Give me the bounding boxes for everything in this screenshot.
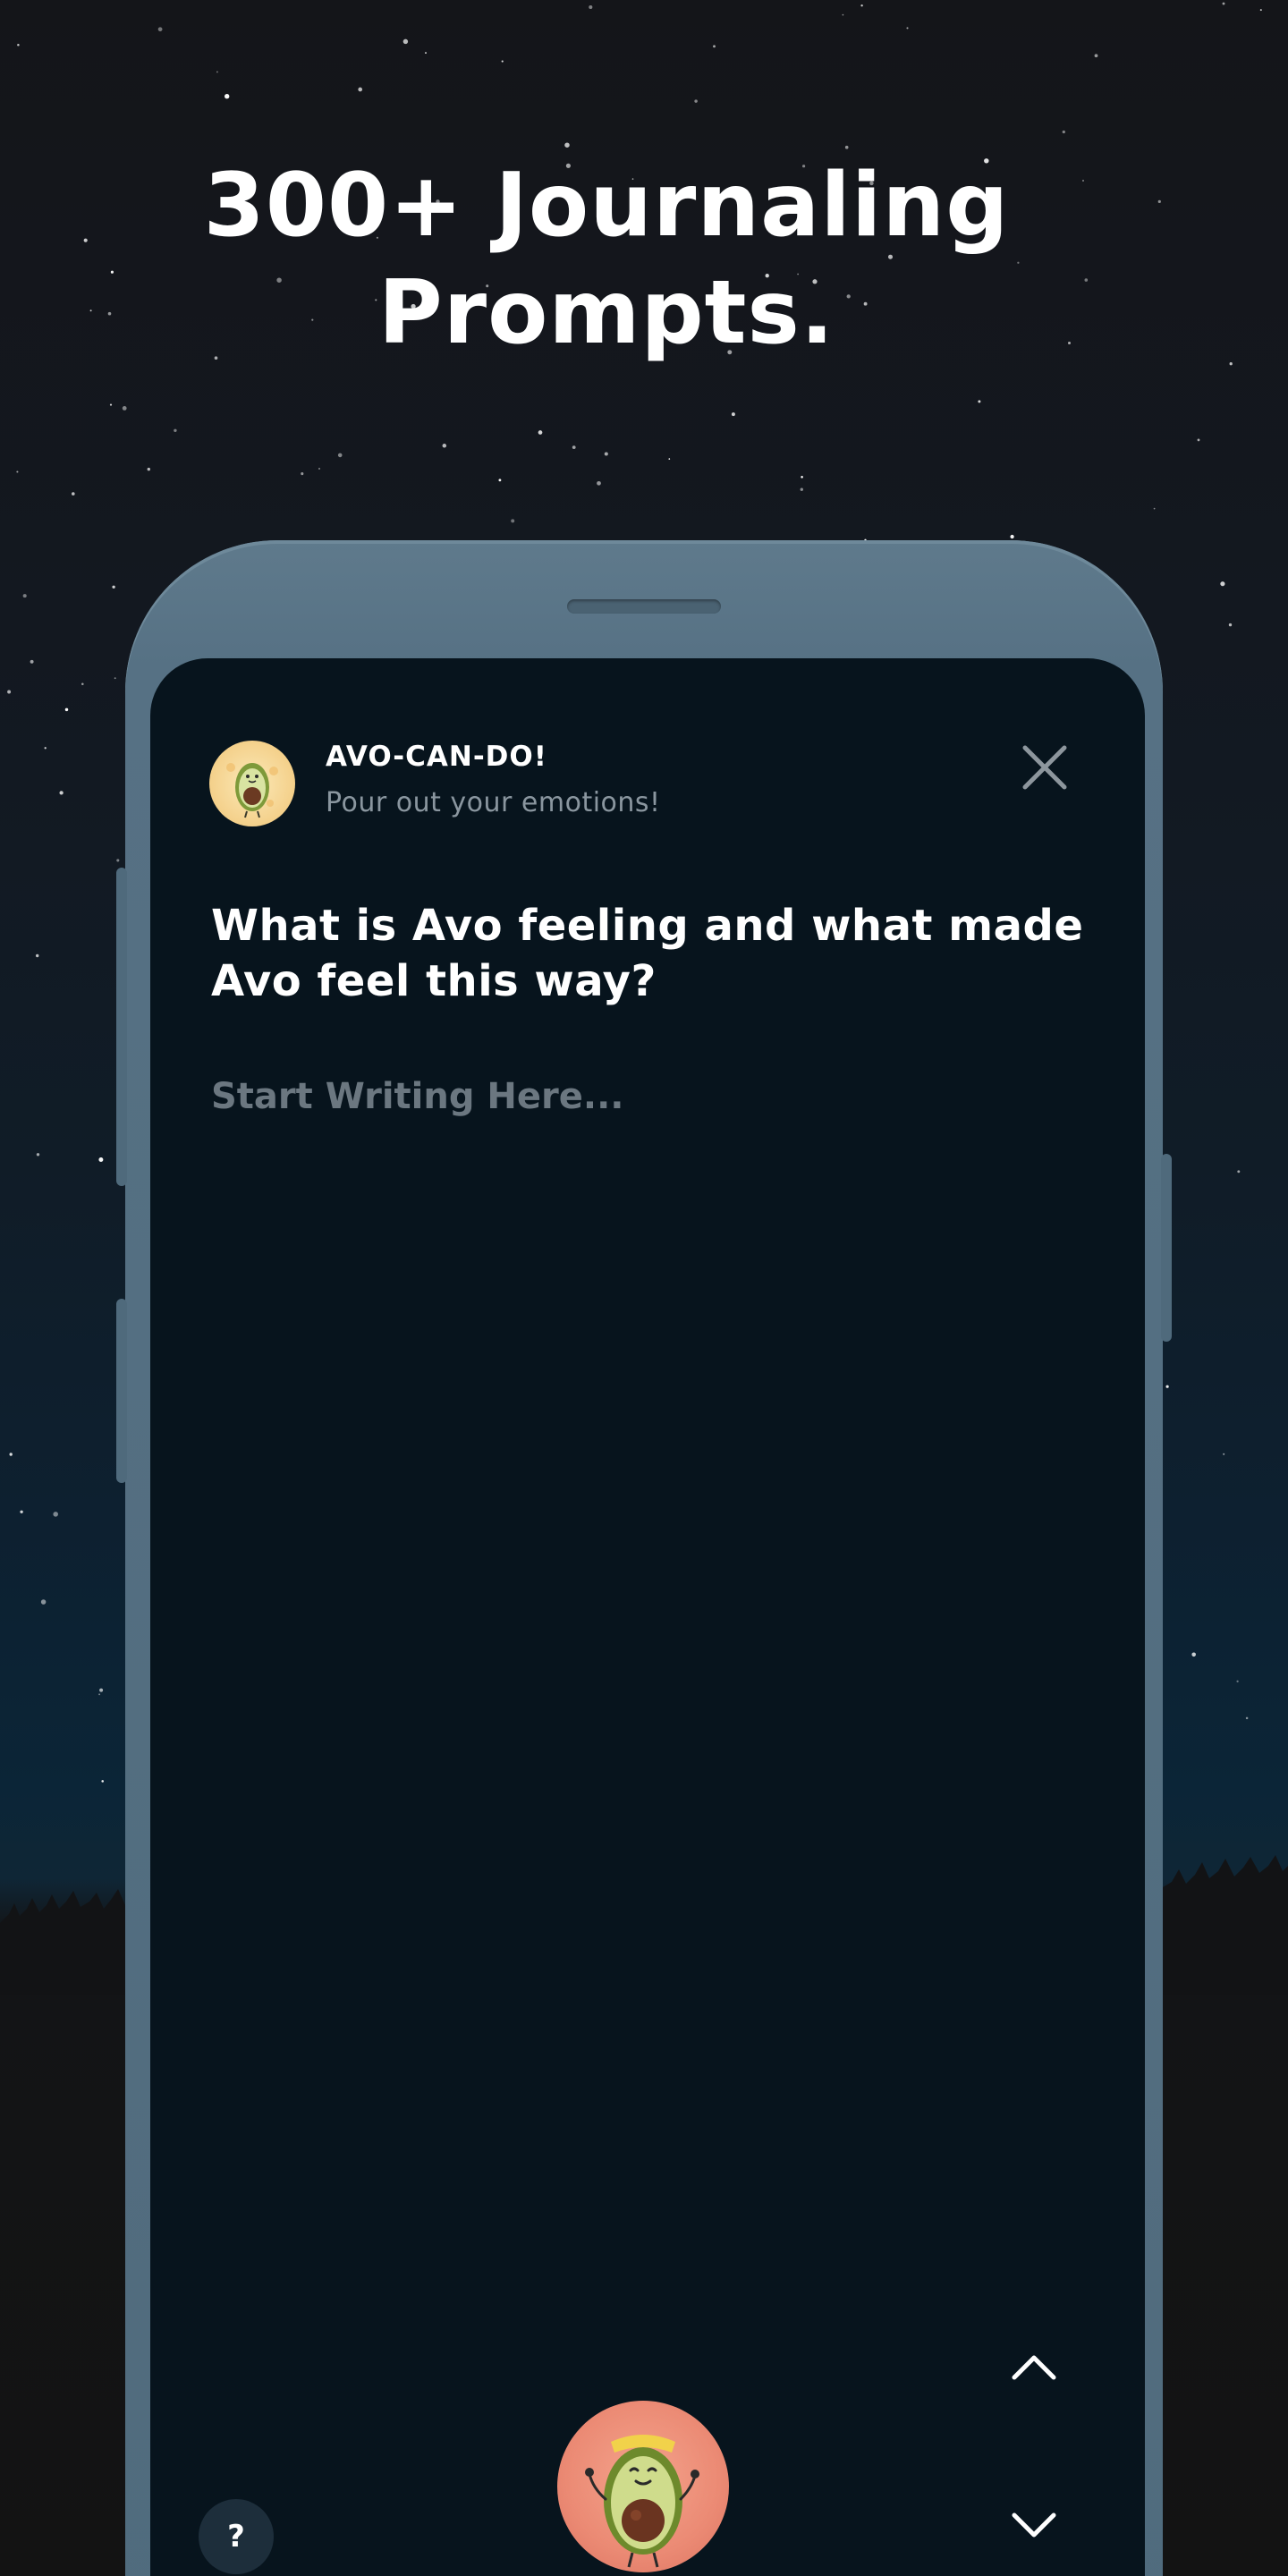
chevron-up-icon <box>1012 2355 1056 2380</box>
star <box>842 13 844 16</box>
star <box>81 682 84 685</box>
star <box>36 953 39 958</box>
star <box>1062 130 1065 134</box>
star <box>7 690 12 694</box>
star <box>30 659 34 664</box>
star <box>40 1599 47 1605</box>
star <box>358 87 363 92</box>
star <box>1153 507 1156 510</box>
phone-side-button <box>116 1299 127 1483</box>
app-name: AVO-CAN-DO! <box>326 741 547 773</box>
star <box>157 27 163 32</box>
phone-speaker <box>567 599 721 614</box>
star <box>731 412 735 417</box>
star <box>101 1780 104 1783</box>
star <box>98 1693 101 1696</box>
star <box>1010 534 1014 539</box>
star <box>337 453 343 458</box>
star <box>906 27 909 30</box>
star <box>36 1153 40 1157</box>
star <box>604 452 608 456</box>
star <box>844 145 849 149</box>
star <box>9 1453 13 1456</box>
star <box>53 1512 58 1517</box>
star <box>216 71 218 73</box>
star <box>1228 623 1233 627</box>
journal-screen: AVO-CAN-DO! Pour out your emotions! What… <box>150 658 1145 2576</box>
star <box>59 791 64 795</box>
star <box>1259 9 1262 12</box>
star <box>1165 1385 1169 1388</box>
star <box>713 45 716 48</box>
close-icon <box>1022 745 1067 790</box>
star <box>44 747 47 750</box>
star <box>114 677 116 680</box>
star <box>564 142 570 148</box>
mascot-button[interactable] <box>557 2401 729 2572</box>
star <box>860 4 863 7</box>
star <box>501 60 504 63</box>
star <box>174 428 177 432</box>
star <box>99 1688 104 1692</box>
close-button[interactable] <box>1016 739 1073 796</box>
star <box>22 594 27 598</box>
star <box>694 99 698 103</box>
star <box>597 480 601 486</box>
star <box>72 492 75 496</box>
star <box>511 519 515 523</box>
star <box>318 468 320 470</box>
star <box>1245 1716 1249 1720</box>
star <box>1220 581 1225 587</box>
phone-power-button <box>1161 1154 1172 1342</box>
star <box>147 467 150 471</box>
journal-entry-input[interactable] <box>211 1070 1070 1123</box>
star <box>498 479 502 482</box>
star <box>1236 1680 1239 1682</box>
star <box>122 406 127 411</box>
star <box>978 400 981 403</box>
chevron-down-icon <box>1012 2512 1056 2538</box>
star <box>16 470 19 473</box>
star <box>301 472 304 476</box>
star <box>425 52 427 55</box>
star <box>1197 438 1200 442</box>
star <box>98 1157 104 1162</box>
previous-prompt-button[interactable] <box>1009 2349 1059 2385</box>
star <box>1237 1170 1241 1174</box>
star <box>402 38 409 45</box>
star <box>668 458 671 460</box>
headline: 300+ Journaling Prompts. <box>0 152 1213 367</box>
app-tagline: Pour out your emotions! <box>326 787 661 818</box>
help-button[interactable]: ? <box>199 2499 274 2574</box>
headline-line-1: 300+ Journaling <box>203 155 1010 257</box>
star <box>225 94 230 99</box>
star <box>442 444 447 448</box>
star <box>800 487 803 491</box>
journal-prompt: What is Avo feeling and what made Avo fe… <box>211 901 1084 1006</box>
star <box>589 4 593 10</box>
headline-line-2: Prompts. <box>377 262 835 364</box>
phone-volume-button <box>116 868 127 1186</box>
next-prompt-button[interactable] <box>1009 2508 1059 2544</box>
star <box>572 445 576 449</box>
star <box>538 430 543 435</box>
star <box>801 476 803 479</box>
star <box>20 1510 23 1513</box>
star <box>1191 1652 1196 1657</box>
star <box>1222 2 1225 5</box>
star <box>112 585 115 589</box>
star <box>64 708 69 712</box>
star <box>109 403 113 406</box>
star <box>17 43 20 47</box>
star <box>1094 54 1098 58</box>
avocado-mascot-icon <box>209 741 295 826</box>
star <box>1229 362 1233 366</box>
star <box>1223 1453 1225 1455</box>
avocado-mascot-icon <box>585 2435 699 2568</box>
star <box>116 859 120 862</box>
